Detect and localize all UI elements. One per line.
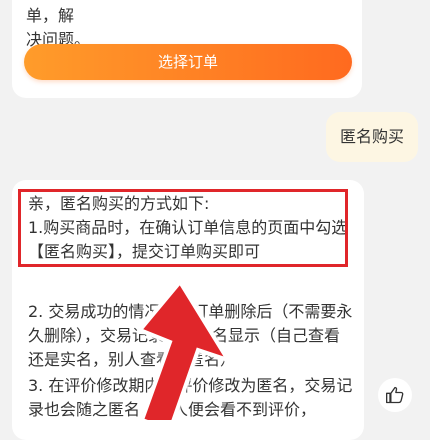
thumbs-up-icon — [386, 386, 404, 404]
red-arrow — [136, 278, 233, 420]
thumbs-up-button[interactable] — [378, 378, 412, 412]
